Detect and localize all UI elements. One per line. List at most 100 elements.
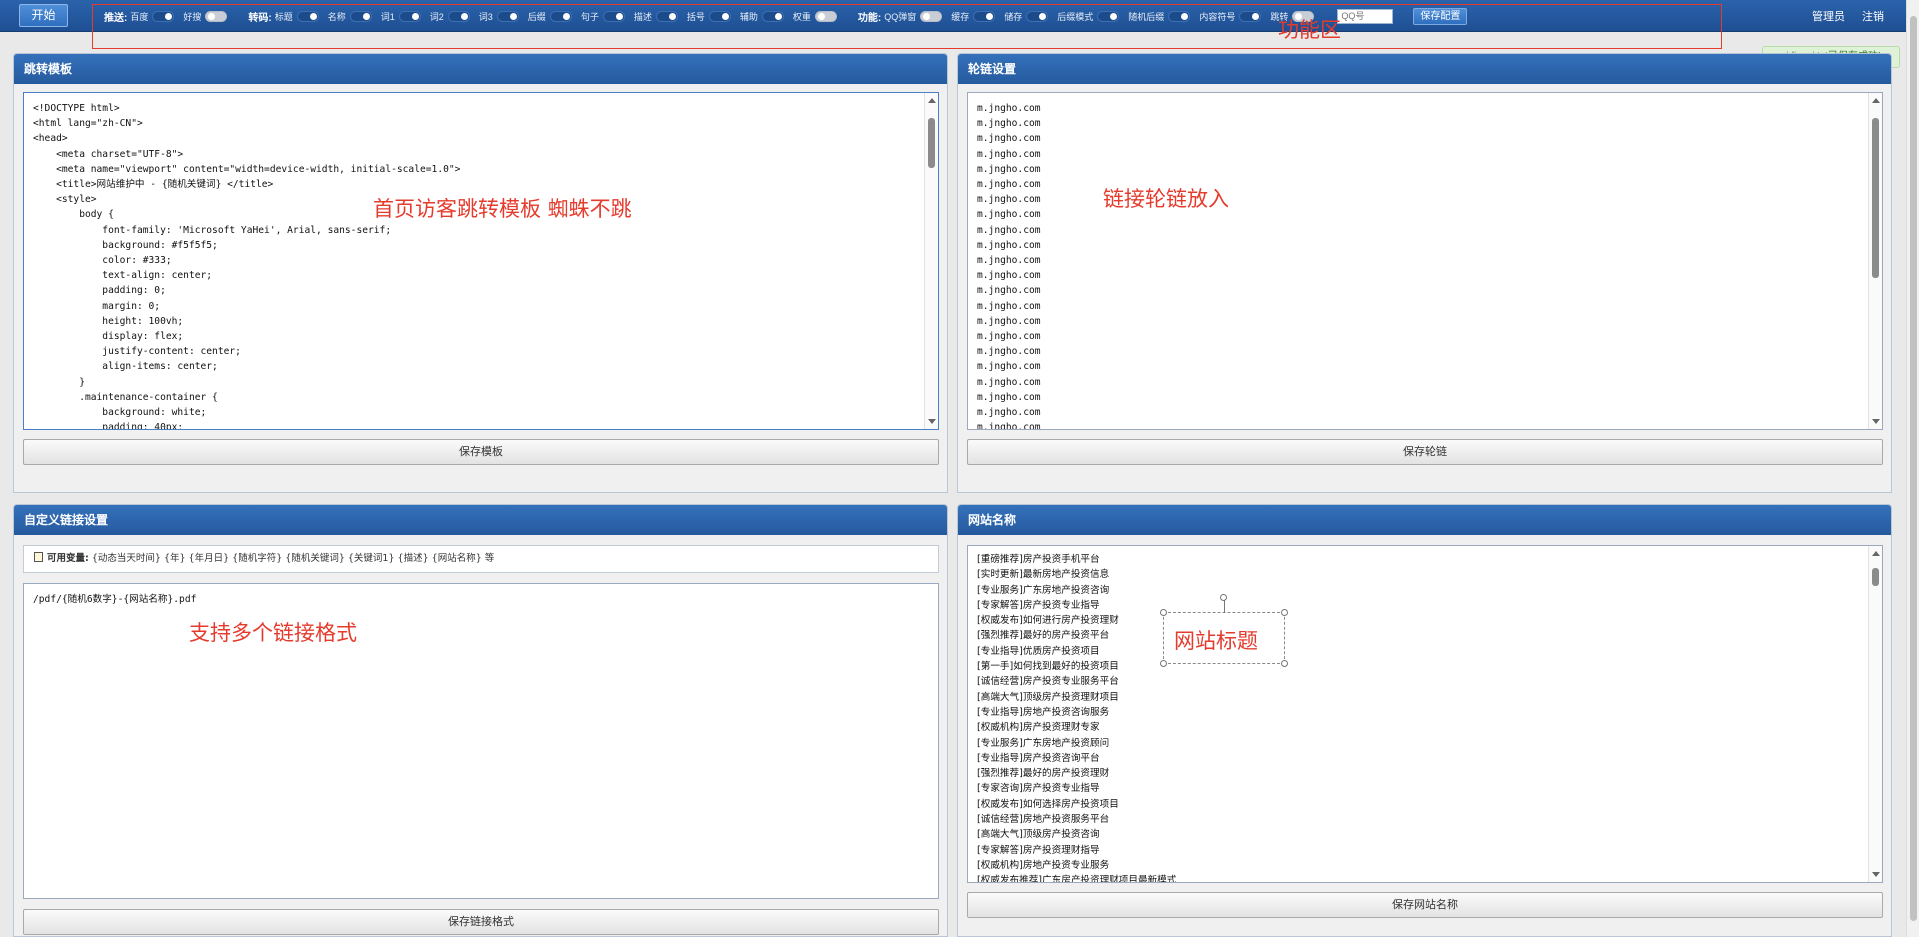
toggle-label: 缓存 [951, 11, 970, 22]
toggle-switch[interactable] [602, 10, 625, 22]
toggle-item[interactable]: 后缀模式 [1057, 10, 1120, 23]
save-template-button[interactable]: 保存模板 [23, 439, 939, 465]
toggle-switch[interactable] [549, 10, 572, 22]
toggle-item[interactable]: 词2 [430, 10, 470, 23]
toggle-switch[interactable] [152, 10, 175, 22]
toggle-item[interactable]: 权重 [793, 10, 837, 23]
wheel-link-line: m.jngho.com [977, 285, 1041, 297]
site-name-line: [专业指导]房产投资咨询平台 [977, 752, 1100, 764]
admin-link[interactable]: 管理员 [1812, 8, 1845, 24]
toggle-switch[interactable] [973, 10, 996, 22]
wheel-link-line: m.jngho.com [977, 407, 1041, 419]
feature-toggles: 推送: 百度 好搜 转码: 标题 名称 词1 词2 词3 后缀 句子 描述 括号 辅助 权重 功能: … [104, 7, 1468, 25]
wheel-link-line: m.jngho.com [977, 300, 1041, 312]
wheel-links-annotation: 链接轮链放入 [1103, 187, 1229, 211]
toggle-label: QQ弹窗 [884, 11, 917, 22]
template-annotation: 首页访客跳转模板 蜘蛛不跳 [373, 197, 632, 221]
toggle-item[interactable]: 名称 [328, 10, 372, 23]
site-name-line: [专业服务]广东房地产投资咨询 [977, 584, 1110, 596]
site-name-textarea[interactable]: [重磅推荐]房产投资手机平台 [实时更新]最新房地产投资信息 [专业服务]广东房地产… [967, 545, 1883, 883]
template-panel-title: 跳转模板 [14, 54, 947, 84]
toggle-item[interactable]: 句子 [581, 10, 625, 23]
toggle-label: 词3 [478, 11, 493, 22]
toggle-switch[interactable] [920, 10, 943, 22]
toggle-item[interactable]: 辅助 [740, 10, 784, 23]
toggle-switch[interactable] [398, 10, 421, 22]
toggle-switch[interactable] [814, 10, 837, 22]
toggle-switch[interactable] [496, 10, 519, 22]
toggle-switch[interactable] [205, 10, 228, 22]
toggle-switch[interactable] [708, 10, 731, 22]
site-name-line: [专业服务]广东房地产投资顾问 [977, 737, 1110, 749]
site-name-line: [专家解答]房产投资理财指导 [977, 844, 1100, 856]
toggle-item[interactable]: 内容符号 [1199, 10, 1262, 23]
toggle-switch[interactable] [1168, 10, 1191, 22]
wheel-link-line: m.jngho.com [977, 391, 1041, 403]
toggle-item[interactable]: 后缀 [528, 10, 572, 23]
toggle-label: 储存 [1004, 11, 1023, 22]
wheel-links-textarea[interactable]: m.jngho.com m.jngho.com m.jngho.com m.jngho… [967, 92, 1883, 430]
site-name-line: [权威发布]如何进行房产投资理财 [977, 615, 1119, 627]
template-code-editor[interactable]: <!DOCTYPE html> <html lang="zh-CN"> <hea… [23, 92, 939, 430]
toggle-switch[interactable] [296, 10, 319, 22]
qq-number-input[interactable] [1337, 8, 1394, 24]
push-group-label: 推送: [104, 12, 128, 24]
site-name-line: [强烈推荐]最好的房产投资平台 [977, 630, 1110, 642]
site-name-scrollbar[interactable] [1868, 546, 1882, 882]
toggle-switch[interactable] [761, 10, 784, 22]
site-name-line: [权威机构]房产投资理财专家 [977, 722, 1100, 734]
save-config-button[interactable]: 保存配置 [1413, 7, 1468, 25]
custom-link-annotation: 支持多个链接格式 [189, 621, 357, 645]
toggle-label: 权重 [792, 11, 811, 22]
site-title-annotation-box[interactable]: 网站标题 [1160, 594, 1288, 667]
toggle-item[interactable]: 词3 [479, 10, 519, 23]
toggle-switch[interactable] [447, 10, 470, 22]
toggle-label: 句子 [580, 11, 599, 22]
toggle-item[interactable]: 标题 [275, 10, 319, 23]
wheel-link-line: m.jngho.com [977, 163, 1041, 175]
wheel-link-line: m.jngho.com [977, 270, 1041, 282]
toggle-item[interactable]: 百度 [130, 10, 175, 23]
site-name-line: [诚信经营]房地产投资服务平台 [977, 814, 1110, 826]
toggle-item[interactable]: 描述 [634, 10, 678, 23]
toggle-switch[interactable] [1239, 10, 1262, 22]
logout-link[interactable]: 注销 [1862, 8, 1884, 24]
site-name-line: [专家咨询]房产投资专业指导 [977, 783, 1100, 795]
toggle-item[interactable]: 好搜 [183, 10, 228, 23]
toggle-switch[interactable] [1097, 10, 1120, 22]
toggle-item[interactable]: 词1 [381, 10, 421, 23]
toggle-item[interactable]: QQ弹窗 [884, 10, 943, 23]
toggle-item[interactable]: 括号 [687, 10, 731, 23]
toggle-label: 百度 [130, 11, 149, 22]
wheel-link-line: m.jngho.com [977, 133, 1041, 145]
site-name-line: [高端大气]顶级房产投资理财项目 [977, 691, 1119, 703]
start-button[interactable]: 开始 [19, 4, 68, 27]
toggle-label: 好搜 [183, 11, 202, 22]
toggle-label: 括号 [686, 11, 705, 22]
note-icon [34, 552, 43, 562]
toggle-item[interactable]: 缓存 [951, 10, 996, 23]
site-name-line: [实时更新]最新房地产投资信息 [977, 569, 1110, 581]
save-link-format-button[interactable]: 保存链接格式 [23, 909, 939, 935]
custom-link-format-value: /pdf/{随机6数字}-{网站名称}.pdf [33, 594, 197, 605]
site-name-line: [重磅推荐]房产投资手机平台 [977, 554, 1100, 565]
wheel-link-line: m.jngho.com [977, 346, 1041, 358]
wheel-links-list: m.jngho.com m.jngho.com m.jngho.com m.jngho… [968, 93, 1882, 429]
toggle-switch[interactable] [1026, 10, 1049, 22]
toggle-item[interactable]: 储存 [1004, 10, 1049, 23]
site-name-panel-title: 网站名称 [958, 505, 1891, 535]
variables-list: {动态当天时间} {年} {年月日} {随机字符} {随机关键词} {关键词1}… [91, 553, 495, 564]
page-scrollbar[interactable] [1906, 0, 1919, 937]
toggle-item[interactable]: 随机后缀 [1128, 10, 1191, 23]
custom-link-format-textarea[interactable]: /pdf/{随机6数字}-{网站名称}.pdf [23, 583, 939, 899]
site-name-line: [高端大气]顶级房产投资咨询 [977, 829, 1100, 841]
toggle-switch[interactable] [655, 10, 678, 22]
site-name-line: [权威发布]如何选择房产投资项目 [977, 798, 1119, 810]
toggle-switch[interactable] [349, 10, 372, 22]
save-wheel-links-button[interactable]: 保存轮链 [967, 439, 1883, 465]
wheel-links-scrollbar[interactable] [1868, 93, 1882, 429]
function-group-label: 功能: [857, 12, 882, 24]
template-editor-scrollbar[interactable] [924, 93, 938, 429]
save-site-name-button[interactable]: 保存网站名称 [967, 892, 1883, 918]
wheel-link-line: m.jngho.com [977, 148, 1041, 160]
